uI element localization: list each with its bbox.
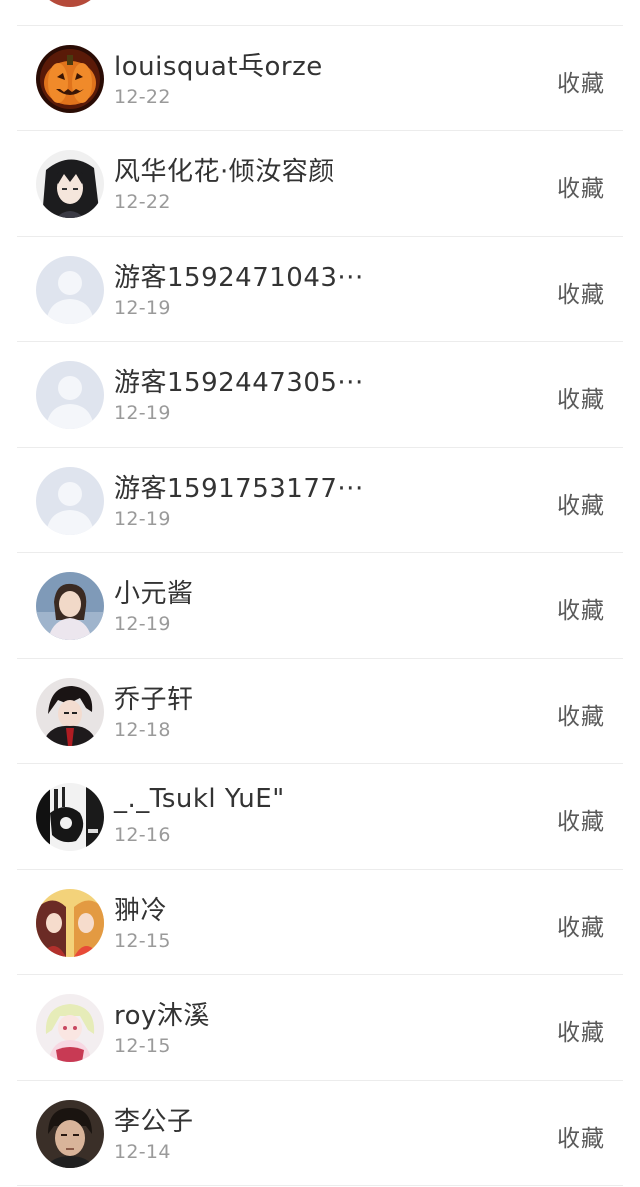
user-name: 游客1592471043··· <box>114 262 364 293</box>
favorite-button[interactable]: 收藏 <box>557 802 605 836</box>
avatar[interactable] <box>36 677 104 746</box>
favorite-button[interactable]: 收藏 <box>557 591 605 625</box>
list-item[interactable]: roy沐溪 12-15 收藏 <box>17 975 623 1081</box>
list-item[interactable]: 李公子 12-14 收藏 <box>17 1081 623 1186</box>
user-name: 游客1591753177··· <box>114 473 364 504</box>
avatar[interactable] <box>36 466 104 535</box>
user-name: 游客1592447305··· <box>114 368 364 398</box>
favorite-button[interactable]: 收藏 <box>557 275 605 309</box>
list-item[interactable]: _._Tsukl YuE" 12-16 收藏 <box>17 764 623 870</box>
list-item[interactable]: 风华化花·倾汝容颜 12-22 收藏 <box>17 131 623 237</box>
default-user-avatar-icon <box>36 255 104 324</box>
list-item[interactable]: 游客1592471043··· 12-19 收藏 <box>17 237 623 342</box>
item-date: 12-14 <box>114 1140 171 1163</box>
follower-list: 收藏 louisquat乓orze 12-22 收藏 <box>0 0 640 1186</box>
user-name: 风华化花·倾汝容颜 <box>114 157 335 187</box>
user-name: roy沐溪 <box>114 1001 210 1031</box>
item-date: 12-19 <box>114 402 171 424</box>
pumpkin-avatar-icon <box>36 44 104 113</box>
item-date: 12-19 <box>114 296 171 319</box>
item-date: 12-22 <box>114 191 171 213</box>
item-date: 12-19 <box>114 507 171 530</box>
list-item[interactable]: 翀冷 12-15 收藏 <box>17 870 623 975</box>
favorite-button[interactable]: 收藏 <box>557 697 605 731</box>
anime-twins-avatar-icon <box>36 888 104 957</box>
anime-dark-hair-avatar-icon <box>36 150 104 218</box>
avatar[interactable] <box>36 361 104 429</box>
default-user-avatar-icon <box>36 361 104 429</box>
user-name: 李公子 <box>114 1106 194 1137</box>
anime-boy-avatar-icon <box>36 677 104 746</box>
avatar[interactable] <box>36 994 104 1062</box>
user-name: 翀冷 <box>114 895 168 926</box>
user-name: louisquat乓orze <box>114 51 323 82</box>
avatar[interactable] <box>36 44 104 113</box>
favorite-button[interactable]: 收藏 <box>557 380 605 414</box>
girl-photo-avatar-icon <box>36 572 104 640</box>
item-date: 12-16 <box>114 824 171 846</box>
anime-girl-avatar-icon <box>36 994 104 1062</box>
list-item[interactable]: 收藏 <box>17 0 623 26</box>
item-date: 12-15 <box>114 1035 171 1057</box>
list-item[interactable]: 乔子轩 12-18 收藏 <box>17 659 623 764</box>
avatar[interactable] <box>36 0 104 7</box>
avatar[interactable] <box>36 783 104 851</box>
default-user-avatar-icon <box>36 466 104 535</box>
avatar[interactable] <box>36 1099 104 1168</box>
favorite-button[interactable]: 收藏 <box>557 64 605 98</box>
favorite-button[interactable]: 收藏 <box>557 908 605 942</box>
man-photo-avatar-icon <box>36 1099 104 1168</box>
favorite-button[interactable]: 收藏 <box>557 1013 605 1047</box>
item-date: 12-15 <box>114 929 171 952</box>
avatar[interactable] <box>36 888 104 957</box>
item-date: 12-22 <box>114 85 171 108</box>
favorite-button[interactable]: 收藏 <box>557 486 605 520</box>
avatar[interactable] <box>36 255 104 324</box>
user-name: _._Tsukl YuE" <box>114 784 285 814</box>
user-name: 小元酱 <box>114 579 194 609</box>
list-item[interactable]: 小元酱 12-19 收藏 <box>17 553 623 659</box>
avatar[interactable] <box>36 150 104 218</box>
black-white-avatar-icon <box>36 783 104 851</box>
user-name: 乔子轩 <box>114 684 194 715</box>
list-item[interactable]: 游客1592447305··· 12-19 收藏 <box>17 342 623 448</box>
item-date: 12-18 <box>114 718 171 741</box>
list-item[interactable]: 游客1591753177··· 12-19 收藏 <box>17 448 623 553</box>
avatar[interactable] <box>36 572 104 640</box>
item-date: 12-19 <box>114 613 171 635</box>
list-item[interactable]: louisquat乓orze 12-22 收藏 <box>17 26 623 131</box>
favorite-button[interactable]: 收藏 <box>557 169 605 203</box>
partial-avatar-icon <box>36 0 104 7</box>
favorite-button[interactable]: 收藏 <box>557 1119 605 1153</box>
